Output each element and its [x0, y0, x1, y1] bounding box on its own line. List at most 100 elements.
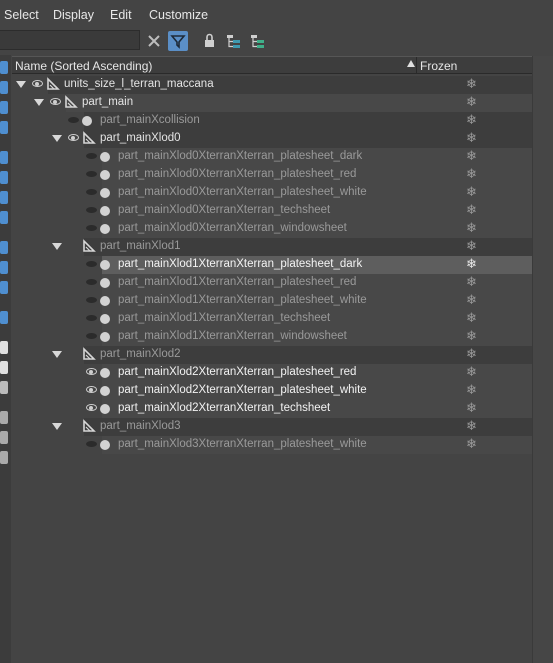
snowflake-icon[interactable]: ❄ — [466, 94, 477, 110]
snowflake-icon[interactable]: ❄ — [466, 310, 477, 326]
tree-row[interactable]: part_mainXlod0 ❄ — [12, 130, 532, 148]
menu-edit[interactable]: Edit — [110, 8, 132, 22]
camera-tool-icon[interactable] — [0, 121, 8, 134]
snowflake-icon[interactable]: ❄ — [466, 418, 477, 434]
menu-bar: Select Display Edit Customize — [0, 0, 553, 28]
tree-row[interactable]: part_mainXlod2XterranXterran_techsheet ❄ — [12, 400, 532, 418]
wrench-icon[interactable] — [0, 411, 8, 424]
snowflake-icon[interactable]: ❄ — [466, 382, 477, 398]
hidden-eye-icon[interactable] — [86, 333, 97, 339]
hidden-eye-icon[interactable] — [86, 261, 97, 267]
snowflake-icon[interactable]: ❄ — [466, 328, 477, 344]
expand-toggle-icon[interactable] — [52, 135, 62, 142]
snowflake-icon[interactable]: ❄ — [466, 202, 477, 218]
object-dot-icon — [100, 386, 110, 396]
tree-row[interactable]: part_mainXlod2XterranXterran_platesheet_… — [12, 364, 532, 382]
hidden-eye-icon[interactable] — [86, 297, 97, 303]
expand-toggle-icon[interactable] — [34, 99, 44, 106]
display-none-icon[interactable] — [0, 361, 8, 374]
menu-customize[interactable]: Customize — [149, 8, 208, 22]
spacewarp-tool-icon[interactable] — [0, 171, 8, 184]
snowflake-icon[interactable]: ❄ — [466, 112, 477, 128]
bone-tool-icon[interactable] — [0, 191, 8, 204]
column-divider[interactable] — [416, 57, 417, 73]
tree-row[interactable]: part_mainXlod1XterranXterran_techsheet ❄ — [12, 310, 532, 328]
visibility-eye-icon[interactable] — [86, 386, 97, 393]
xref-tool-icon[interactable] — [0, 241, 8, 254]
lock-icon[interactable] — [200, 31, 220, 51]
tree-row[interactable]: part_mainXlod0XterranXterran_platesheet_… — [12, 184, 532, 202]
hidden-eye-icon[interactable] — [86, 315, 97, 321]
tree-row[interactable]: part_mainXlod0XterranXterran_techsheet ❄ — [12, 202, 532, 220]
frozen-filter-icon[interactable] — [0, 311, 8, 324]
tree-row[interactable]: part_mainXlod0XterranXterran_windowsheet… — [12, 220, 532, 238]
sphere-tool-icon[interactable] — [0, 61, 8, 74]
layers-icon[interactable] — [248, 31, 268, 51]
tree-row[interactable]: part_mainXlod0XterranXterran_platesheet_… — [12, 166, 532, 184]
filter-button[interactable] — [168, 31, 188, 51]
tree-row[interactable]: part_mainXlod3 ❄ — [12, 418, 532, 436]
snowflake-icon[interactable]: ❄ — [466, 274, 477, 290]
menu-select[interactable]: Select — [4, 8, 39, 22]
snowflake-icon[interactable]: ❄ — [466, 130, 477, 146]
tree-row[interactable]: part_mainXcollision ❄ — [12, 112, 532, 130]
name-column-header[interactable]: Name (Sorted Ascending) — [15, 59, 152, 73]
hidden-eye-icon[interactable] — [86, 225, 97, 231]
clear-filter-icon[interactable] — [144, 31, 164, 51]
invert-icon[interactable] — [0, 381, 8, 394]
visibility-eye-icon[interactable] — [32, 80, 43, 87]
tree-row[interactable]: part_mainXlod1XterranXterran_platesheet_… — [12, 256, 532, 274]
snowflake-icon[interactable]: ❄ — [466, 436, 477, 452]
hidden-eye-icon[interactable] — [86, 279, 97, 285]
expand-toggle-icon[interactable] — [52, 351, 62, 358]
hidden-eye-icon[interactable] — [86, 189, 97, 195]
search-input[interactable] — [0, 30, 140, 50]
hierarchy-icon[interactable] — [224, 31, 244, 51]
snowflake-icon[interactable]: ❄ — [466, 292, 477, 308]
visibility-eye-icon[interactable] — [86, 404, 97, 411]
visibility-eye-icon[interactable] — [50, 98, 61, 105]
tree-row[interactable]: part_mainXlod2 ❄ — [12, 346, 532, 364]
snowflake-icon[interactable]: ❄ — [466, 346, 477, 362]
hidden-eye-icon[interactable] — [68, 117, 79, 123]
box-tool-icon[interactable] — [0, 81, 8, 94]
menu-display[interactable]: Display — [53, 8, 94, 22]
snowflake-icon[interactable]: ❄ — [466, 76, 477, 92]
snowflake-icon[interactable]: ❄ — [466, 364, 477, 380]
snowflake-icon[interactable]: ❄ — [466, 400, 477, 416]
snowflake-icon[interactable]: ❄ — [466, 184, 477, 200]
hidden-eye-icon[interactable] — [86, 171, 97, 177]
tree-row[interactable]: part_mainXlod1XterranXterran_windowsheet… — [12, 328, 532, 346]
expand-toggle-icon[interactable] — [16, 81, 26, 88]
frozen-column-header[interactable]: Frozen — [420, 59, 457, 73]
display-all-icon[interactable] — [0, 341, 8, 354]
container-tool-icon[interactable] — [0, 281, 8, 294]
shape-tool-icon[interactable] — [0, 151, 8, 164]
tree-row[interactable]: part_mainXlod3XterranXterran_platesheet_… — [12, 436, 532, 454]
visibility-eye-icon[interactable] — [68, 134, 79, 141]
hidden-eye-icon[interactable] — [86, 153, 97, 159]
funnel-small-icon[interactable] — [0, 431, 8, 444]
light-tool-icon[interactable] — [0, 101, 8, 114]
tree-row[interactable]: part_main ❄ — [12, 94, 532, 112]
hidden-eye-icon[interactable] — [86, 441, 97, 447]
vertical-scrollbar[interactable] — [532, 56, 553, 663]
visibility-eye-icon[interactable] — [86, 368, 97, 375]
tree-row[interactable]: part_mainXlod1XterranXterran_platesheet_… — [12, 274, 532, 292]
snowflake-icon[interactable]: ❄ — [466, 166, 477, 182]
tree-row[interactable]: part_mainXlod1 ❄ — [12, 238, 532, 256]
tree-row[interactable]: part_mainXlod0XterranXterran_platesheet_… — [12, 148, 532, 166]
snowflake-icon[interactable]: ❄ — [466, 148, 477, 164]
tree-row[interactable]: part_mainXlod1XterranXterran_platesheet_… — [12, 292, 532, 310]
expand-toggle-icon[interactable] — [52, 423, 62, 430]
expand-toggle-icon[interactable] — [52, 243, 62, 250]
snowflake-icon[interactable]: ❄ — [466, 220, 477, 236]
tree-row[interactable]: units_size_l_terran_maccana ❄ — [12, 76, 532, 94]
tree-row[interactable]: part_mainXlod2XterranXterran_platesheet_… — [12, 382, 532, 400]
helper-tool-icon[interactable] — [0, 211, 8, 224]
hidden-eye-icon[interactable] — [86, 207, 97, 213]
group-tool-icon[interactable] — [0, 261, 8, 274]
page-icon[interactable] — [0, 451, 8, 464]
snowflake-icon[interactable]: ❄ — [466, 238, 477, 254]
snowflake-icon[interactable]: ❄ — [466, 256, 477, 272]
